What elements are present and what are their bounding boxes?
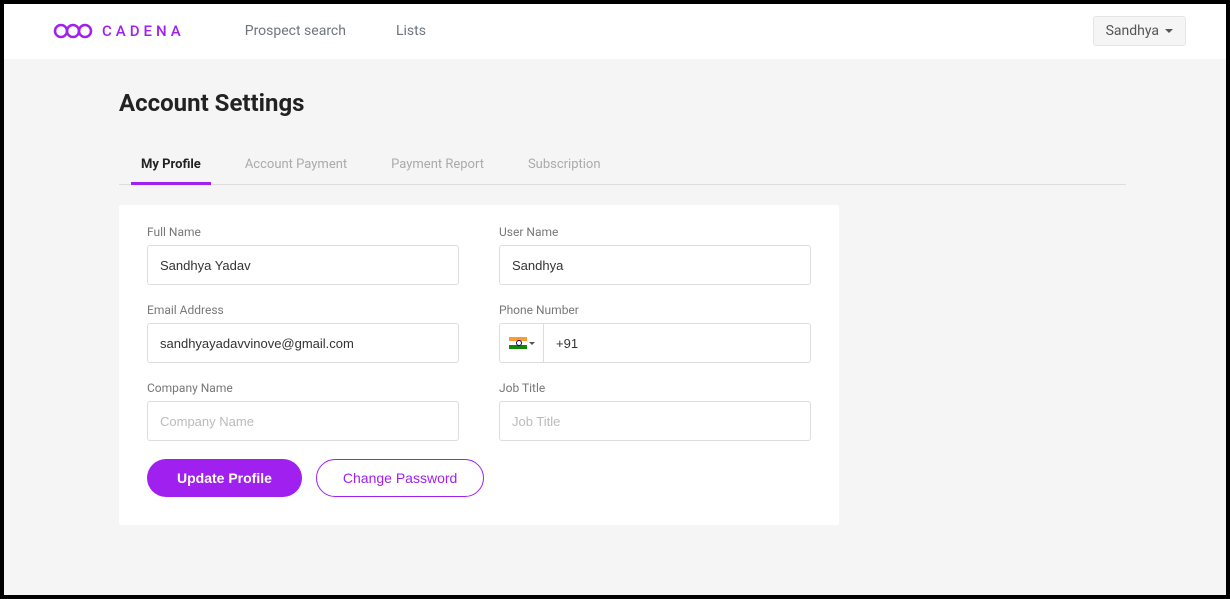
full-name-label: Full Name bbox=[147, 225, 459, 239]
job-title-input[interactable] bbox=[499, 401, 811, 441]
tab-payment-report[interactable]: Payment Report bbox=[369, 147, 506, 184]
tab-subscription[interactable]: Subscription bbox=[506, 147, 623, 184]
tabs: My Profile Account Payment Payment Repor… bbox=[119, 147, 1126, 185]
phone-input[interactable] bbox=[543, 323, 811, 363]
chevron-down-icon bbox=[1165, 29, 1173, 33]
update-profile-button[interactable]: Update Profile bbox=[147, 459, 302, 497]
profile-card: Full Name User Name Email Address Phone … bbox=[119, 205, 839, 525]
top-bar: CADENA Prospect search Lists Sandhya bbox=[4, 4, 1226, 59]
chevron-down-icon bbox=[529, 342, 535, 345]
brand-name: CADENA bbox=[102, 22, 185, 40]
email-label: Email Address bbox=[147, 303, 459, 317]
user-name-label: User Name bbox=[499, 225, 811, 239]
tab-account-payment[interactable]: Account Payment bbox=[223, 147, 369, 184]
user-name-label: Sandhya bbox=[1106, 23, 1159, 39]
job-title-label: Job Title bbox=[499, 381, 811, 395]
user-name-input[interactable] bbox=[499, 245, 811, 285]
phone-country-select[interactable] bbox=[499, 323, 543, 363]
change-password-button[interactable]: Change Password bbox=[316, 459, 484, 497]
full-name-input[interactable] bbox=[147, 245, 459, 285]
company-input[interactable] bbox=[147, 401, 459, 441]
tab-my-profile[interactable]: My Profile bbox=[119, 147, 223, 184]
user-dropdown[interactable]: Sandhya bbox=[1093, 16, 1186, 46]
chain-links-icon bbox=[52, 22, 94, 40]
brand-logo[interactable]: CADENA bbox=[52, 22, 185, 40]
nav-prospect-search[interactable]: Prospect search bbox=[245, 23, 346, 39]
phone-label: Phone Number bbox=[499, 303, 811, 317]
india-flag-icon bbox=[509, 337, 527, 349]
nav-links: Prospect search Lists bbox=[245, 23, 426, 39]
nav-lists[interactable]: Lists bbox=[396, 23, 426, 39]
company-label: Company Name bbox=[147, 381, 459, 395]
email-input[interactable] bbox=[147, 323, 459, 363]
page-title: Account Settings bbox=[119, 89, 1126, 117]
